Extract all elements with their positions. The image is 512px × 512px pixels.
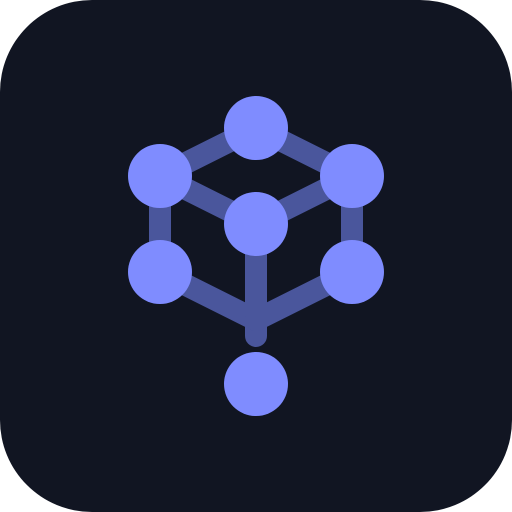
node-lower-right (320, 240, 384, 304)
network-cube-icon (128, 96, 384, 416)
node-lower-left (128, 240, 192, 304)
node-top (224, 96, 288, 160)
node-center (224, 192, 288, 256)
app-icon (0, 0, 512, 512)
node-bottom (224, 352, 288, 416)
node-upper-left (128, 144, 192, 208)
node-upper-right (320, 144, 384, 208)
cube-nodes (128, 96, 384, 416)
